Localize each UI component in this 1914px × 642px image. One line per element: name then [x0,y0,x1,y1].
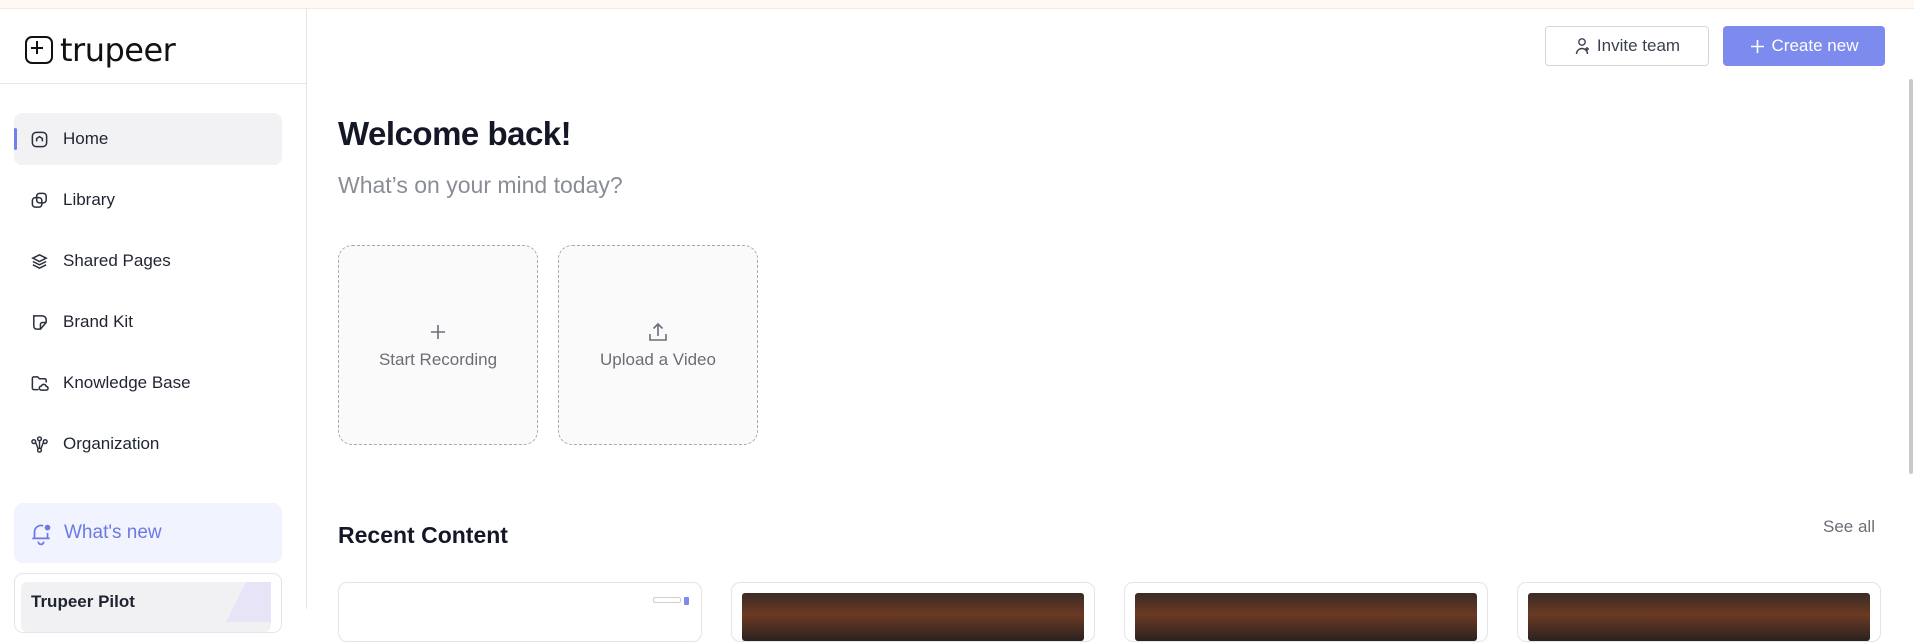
logo-mark-icon [25,36,53,64]
main-content: Invite team Create new Welcome back! Wha… [308,9,1914,642]
brand-kit-icon [33,314,47,330]
thumbnail-image [1135,593,1477,641]
sidebar-item-library[interactable]: Library [14,174,282,226]
folder-cloud-icon [31,375,49,391]
logo[interactable]: trupeer [25,31,176,69]
plus-icon [431,325,445,339]
sidebar-nav: Home Library Shared Pages Brand Kit Know… [14,113,282,479]
scrollbar[interactable] [1909,79,1913,474]
create-new-button[interactable]: Create new [1723,26,1885,66]
recent-content-item[interactable] [1517,582,1881,642]
whats-new-label: What's new [64,522,162,543]
recent-content-heading: Recent Content [338,522,508,548]
thumbnail-image [742,593,1084,641]
top-banner-strip [0,0,1914,9]
upload-video-card[interactable]: Upload a Video [558,245,758,445]
thumbnail-image [1528,593,1870,641]
see-all-link[interactable]: See all [1823,517,1875,537]
start-recording-label: Start Recording [378,350,498,369]
sidebar-divider [0,83,306,84]
thumbnail-detail [653,597,681,603]
org-chart-icon [31,435,48,453]
home-icon [31,131,48,147]
sidebar-item-label: Organization [63,434,160,453]
sidebar-item-label: Library [63,190,115,209]
recent-content-item[interactable] [338,582,702,642]
sidebar-item-knowledge-base[interactable]: Knowledge Base [14,357,282,409]
thumbnail-detail [684,597,689,605]
plus-icon [1750,39,1764,53]
library-icon [31,192,47,208]
upload-icon [649,322,667,341]
whats-new-button[interactable]: What's new [14,503,282,563]
start-recording-card[interactable]: Start Recording [338,245,538,445]
sidebar-item-shared-pages[interactable]: Shared Pages [14,235,282,287]
sidebar-item-home[interactable]: Home [14,113,282,165]
upload-video-label: Upload a Video [600,350,716,369]
invite-team-label: Invite team [1596,36,1681,55]
trupeer-pilot-card[interactable]: Trupeer Pilot [14,573,282,633]
bell-icon [32,524,51,546]
logo-text: trupeer [60,31,176,69]
sidebar-item-brand-kit[interactable]: Brand Kit [14,296,282,348]
thumbnail-image [347,594,693,634]
sidebar-item-label: Shared Pages [63,251,171,270]
pilot-title: Trupeer Pilot [31,592,135,611]
pilot-decoration [226,582,271,622]
sidebar-item-organization[interactable]: Organization [14,418,282,470]
pilot-card-background: Trupeer Pilot [21,582,271,632]
sidebar-item-label: Knowledge Base [63,373,191,392]
sidebar: trupeer Home Library Shared Pages Brand … [0,9,307,633]
create-new-label: Create new [1771,36,1859,55]
layers-icon [31,253,48,269]
page-subtitle: What’s on your mind today? [338,172,623,198]
user-icon [1575,38,1589,55]
page-title: Welcome back! [338,115,572,152]
recent-content-item[interactable] [1124,582,1488,642]
invite-team-button[interactable]: Invite team [1545,26,1709,66]
recent-content-item[interactable] [731,582,1095,642]
sidebar-item-label: Home [63,129,109,148]
sidebar-item-label: Brand Kit [63,312,133,331]
